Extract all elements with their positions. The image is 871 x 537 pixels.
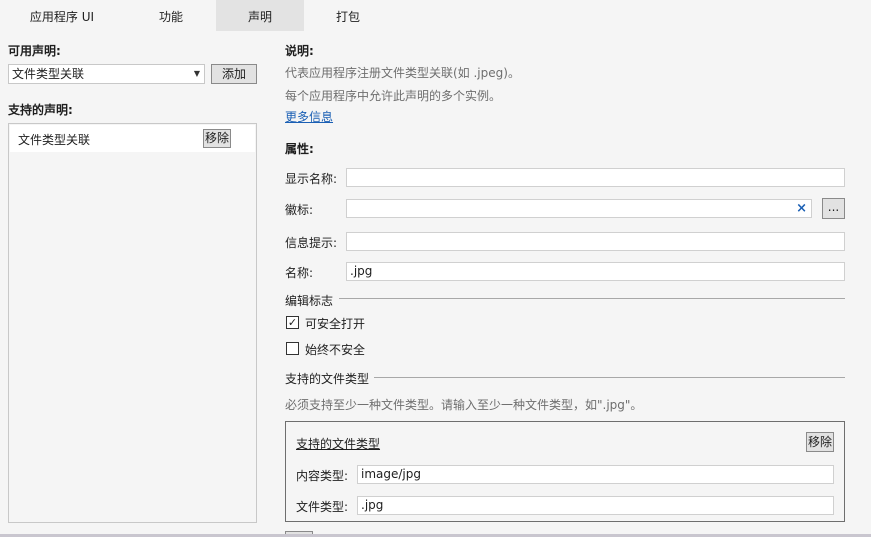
remove-file-type-button[interactable]: 移除 — [806, 432, 834, 452]
supported-file-types-title: 支持的文件类型 — [285, 372, 370, 386]
open-is-safe-label: 可安全打开 — [305, 317, 366, 331]
edit-flags-divider — [339, 298, 845, 299]
clear-icon[interactable]: × — [796, 200, 807, 217]
always-unsafe-checkbox[interactable] — [286, 342, 299, 355]
supported-declarations-list: 文件类型关联 移除 — [8, 123, 257, 523]
content-type-label: 内容类型: — [296, 469, 349, 483]
supported-file-types-divider — [374, 377, 845, 378]
file-type-label: 文件类型: — [296, 500, 349, 514]
name-label: 名称: — [285, 266, 314, 280]
tab-application-ui[interactable]: 应用程序 UI — [14, 0, 110, 31]
logo-field[interactable]: × — [346, 199, 812, 218]
add-button[interactable]: 添加 — [211, 64, 257, 84]
edit-flags-title: 编辑标志 — [285, 294, 334, 308]
description-title: 说明: — [285, 44, 314, 58]
tab-declarations[interactable]: 声明 — [216, 0, 304, 31]
more-info-link[interactable]: 更多信息 — [285, 108, 333, 125]
description-line-2: 每个应用程序中允许此声明的多个实例。 — [285, 89, 502, 103]
description-line-1: 代表应用程序注册文件类型关联(如 .jpeg)。 — [285, 66, 520, 80]
declaration-dropdown-value: 文件类型关联 — [12, 67, 85, 81]
tab-capabilities[interactable]: 功能 — [130, 0, 212, 31]
display-name-field[interactable] — [346, 168, 845, 187]
tooltip-field[interactable] — [346, 232, 845, 251]
file-type-entry-title: 支持的文件类型 — [296, 437, 381, 451]
check-icon: ✓ — [287, 316, 298, 329]
supported-file-types-hint: 必须支持至少一种文件类型。请输入至少一种文件类型，如".jpg"。 — [285, 398, 643, 412]
properties-title: 属性: — [285, 142, 314, 156]
file-type-entry: 支持的文件类型 移除 内容类型: image/jpg 文件类型: .jpg — [285, 421, 845, 522]
list-item-label: 文件类型关联 — [18, 133, 91, 147]
remove-declaration-button[interactable]: 移除 — [203, 129, 231, 148]
open-is-safe-checkbox[interactable]: ✓ — [286, 316, 299, 329]
name-field[interactable]: .jpg — [346, 262, 845, 281]
always-unsafe-label: 始终不安全 — [305, 343, 366, 357]
tab-bar: 应用程序 UI 功能 声明 打包 — [0, 0, 871, 31]
list-item[interactable]: 文件类型关联 移除 — [10, 125, 255, 152]
tooltip-label: 信息提示: — [285, 236, 338, 250]
display-name-label: 显示名称: — [285, 172, 338, 186]
content-type-field[interactable]: image/jpg — [357, 465, 834, 484]
declaration-dropdown[interactable]: 文件类型关联 ▼ — [8, 64, 205, 84]
file-type-field[interactable]: .jpg — [357, 496, 834, 515]
logo-label: 徽标: — [285, 203, 314, 217]
browse-logo-button[interactable]: ... — [822, 198, 845, 219]
declarations-panel: 可用声明: 文件类型关联 ▼ 添加 支持的声明: 文件类型关联 移除 说明: 代… — [0, 31, 871, 534]
tab-packaging[interactable]: 打包 — [306, 0, 390, 31]
dropdown-arrow-icon: ▼ — [193, 69, 200, 78]
available-declarations-label: 可用声明: — [8, 44, 61, 58]
supported-declarations-label: 支持的声明: — [8, 103, 73, 117]
